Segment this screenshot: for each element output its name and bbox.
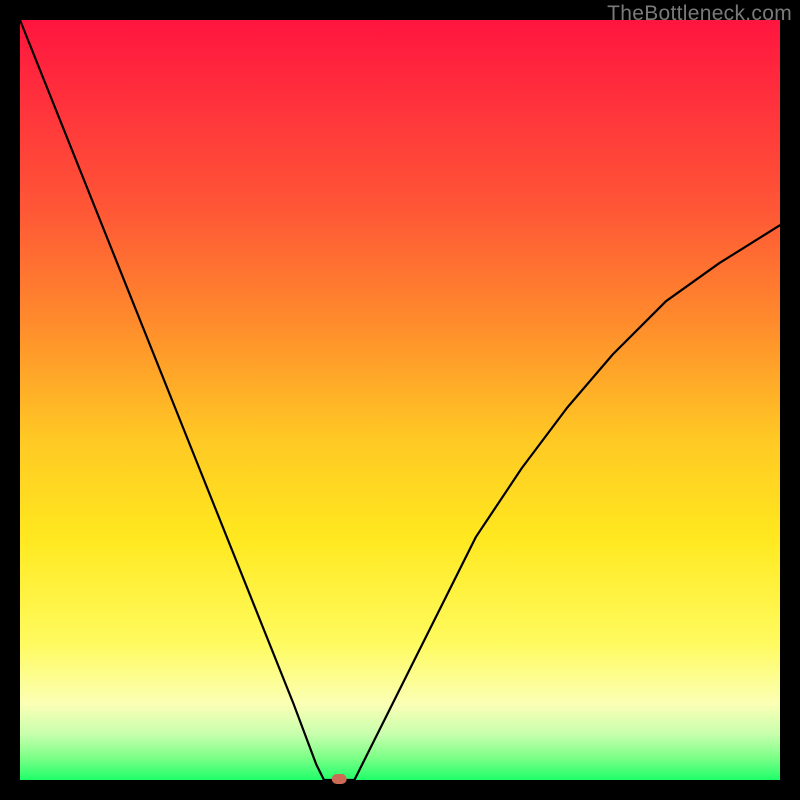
chart-frame: TheBottleneck.com (0, 0, 800, 800)
bottleneck-curve (20, 20, 780, 780)
plot-area (20, 20, 780, 780)
chart-svg (20, 20, 780, 780)
optimum-marker (332, 774, 347, 784)
